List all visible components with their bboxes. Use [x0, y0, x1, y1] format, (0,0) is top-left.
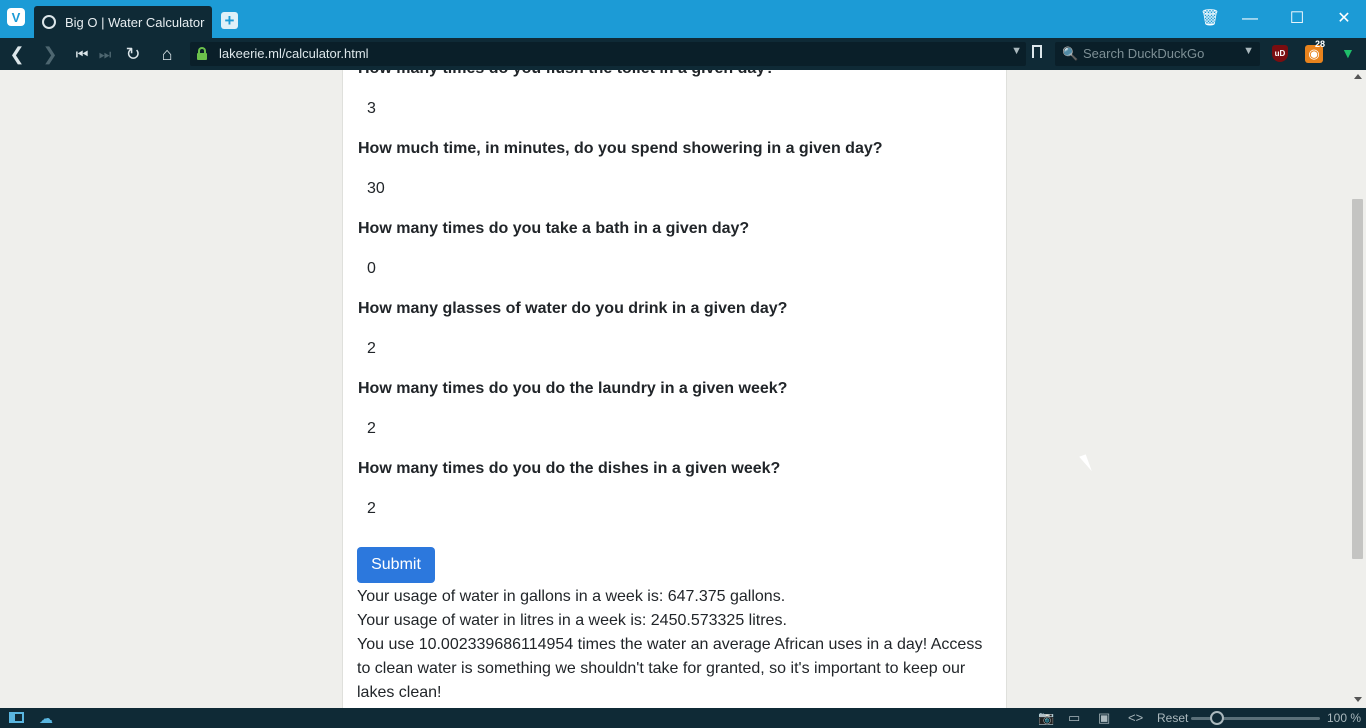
- question-toilet: How many times do you flush the toilet i…: [358, 70, 775, 78]
- address-bar: ❮ ❯ ⏮ ⏭ ↻ ⌂ lakeerie.ml/calculator.html …: [0, 38, 1366, 70]
- answer-laundry[interactable]: 2: [367, 420, 376, 438]
- question-glasses: How many glasses of water do you drink i…: [358, 300, 788, 317]
- vivaldi-menu-icon[interactable]: V: [7, 8, 25, 26]
- cloud-sync-icon[interactable]: ☁: [39, 710, 53, 727]
- ublock-extension-icon[interactable]: uD: [1272, 45, 1288, 62]
- maximize-button[interactable]: ☐: [1286, 8, 1308, 30]
- result-comparison: You use 10.002339686114954 times the wat…: [357, 636, 983, 701]
- extension-shield-icon[interactable]: ▼: [1341, 46, 1358, 60]
- panel-toggle-icon[interactable]: [9, 712, 24, 723]
- result-gallons: Your usage of water in gallons in a week…: [357, 588, 786, 605]
- image-icon[interactable]: ▣: [1098, 710, 1110, 726]
- minimize-button[interactable]: —: [1239, 8, 1261, 30]
- rss-count-badge: 28: [1315, 39, 1326, 49]
- tab-bar: V Big O | Water Calculator + 🗑 — ☐ ✕: [0, 0, 1366, 38]
- home-button[interactable]: ⌂: [156, 43, 178, 65]
- answer-glasses[interactable]: 2: [367, 340, 376, 358]
- page-viewport: How many times do you flush the toilet i…: [0, 70, 1350, 708]
- zoom-level: 100 %: [1327, 711, 1362, 725]
- scroll-down-arrow-icon[interactable]: [1354, 697, 1362, 702]
- bookmark-icon[interactable]: [1032, 45, 1042, 58]
- lock-icon: [197, 47, 207, 60]
- page-scrollbar[interactable]: [1350, 70, 1366, 708]
- question-dishes: How many times do you do the dishes in a…: [358, 460, 781, 477]
- tiling-icon[interactable]: ▭: [1068, 710, 1080, 726]
- question-shower: How much time, in minutes, do you spend …: [358, 140, 883, 157]
- search-input[interactable]: 🔍 Search DuckDuckGo ▼: [1055, 42, 1260, 66]
- back-button[interactable]: ❮: [6, 43, 28, 65]
- tab-favicon-icon: [42, 15, 56, 29]
- answer-toilet[interactable]: 3: [367, 100, 376, 118]
- vivaldi-logo-letter: V: [11, 9, 21, 25]
- calculator-card: How many times do you flush the toilet i…: [342, 70, 1007, 708]
- chevron-down-icon[interactable]: ▼: [1011, 45, 1022, 57]
- tab-title: Big O | Water Calculator: [65, 14, 205, 30]
- tab-active[interactable]: Big O | Water Calculator: [34, 6, 212, 38]
- result-litres: Your usage of water in litres in a week …: [357, 612, 787, 629]
- answer-shower[interactable]: 30: [367, 180, 385, 198]
- forward-button[interactable]: ❯: [39, 43, 61, 65]
- status-bar: ☁ 📷 ▭ ▣ <> Reset 100 %: [0, 708, 1366, 728]
- camera-icon[interactable]: 📷: [1038, 710, 1054, 726]
- zoom-slider-handle[interactable]: [1210, 711, 1224, 725]
- reload-button[interactable]: ↻: [122, 43, 144, 65]
- search-placeholder: Search DuckDuckGo: [1083, 46, 1205, 61]
- search-engine-dropdown-icon[interactable]: ▼: [1243, 45, 1254, 57]
- scroll-up-arrow-icon[interactable]: [1354, 74, 1362, 79]
- answer-dishes[interactable]: 2: [367, 500, 376, 518]
- trash-icon[interactable]: 🗑: [1199, 8, 1221, 30]
- fast-forward-button[interactable]: ⏭: [94, 43, 116, 65]
- page-actions-icon[interactable]: <>: [1128, 710, 1143, 725]
- url-text: lakeerie.ml/calculator.html: [219, 46, 369, 61]
- url-field[interactable]: lakeerie.ml/calculator.html ▼: [190, 42, 1026, 66]
- question-laundry: How many times do you do the laundry in …: [358, 380, 788, 397]
- question-bath: How many times do you take a bath in a g…: [358, 220, 750, 237]
- rewind-button[interactable]: ⏮: [71, 43, 93, 65]
- new-tab-button[interactable]: +: [221, 12, 238, 29]
- close-button[interactable]: ✕: [1333, 8, 1355, 30]
- search-icon: 🔍: [1062, 46, 1079, 61]
- scroll-thumb[interactable]: [1352, 199, 1363, 559]
- submit-button[interactable]: Submit: [357, 547, 435, 583]
- zoom-reset-button[interactable]: Reset: [1157, 711, 1188, 725]
- answer-bath[interactable]: 0: [367, 260, 376, 278]
